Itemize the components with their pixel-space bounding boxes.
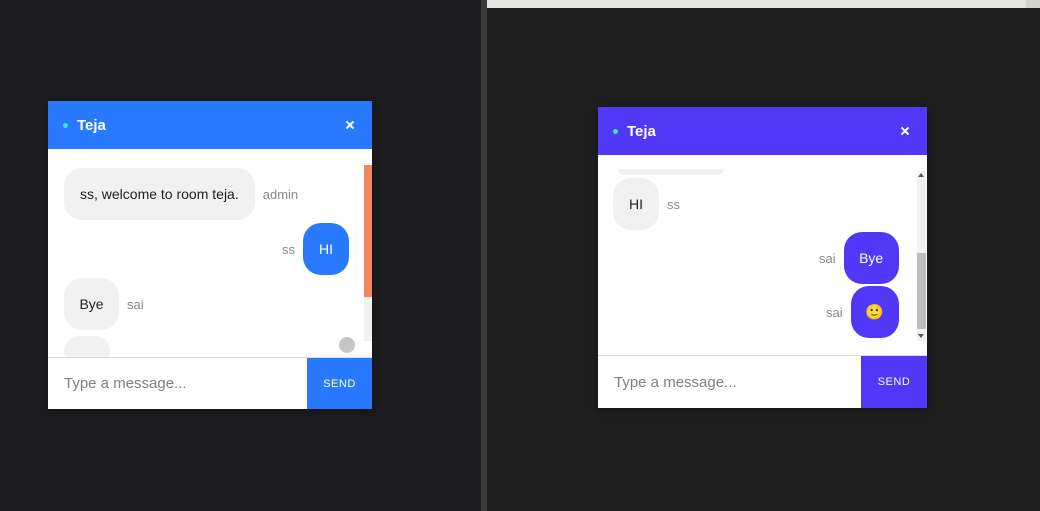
message-row: sai Bye [819,232,899,284]
online-status-icon [613,128,618,134]
message-bubble-partial [618,169,724,175]
chat-widget-left: Teja ss, welcome to room teja. admin ss … [48,101,372,409]
close-icon[interactable] [899,125,911,137]
chat-header: Teja [48,101,372,149]
send-button[interactable]: SEND [307,358,372,409]
scroll-up-icon[interactable] [918,173,924,177]
scrollbar[interactable] [364,165,372,341]
chat-widget-right: Teja HI ss sai Bye sai 🙂 SEND [598,107,927,408]
message-bubble: ss, welcome to room teja. [64,168,255,220]
message-row: ss, welcome to room teja. admin [64,168,298,220]
right-window-topbar [487,0,1040,8]
message-bubble-partial [64,336,110,358]
message-input-bar: SEND [598,355,927,408]
message-bubble: HI [303,223,349,275]
message-bubble: Bye [843,232,899,284]
close-icon[interactable] [344,119,356,131]
message-sender: admin [262,186,299,202]
message-sender: ss [282,241,295,257]
smiley-emoji-message: 🙂 [850,286,899,338]
scrollbar-thumb[interactable] [917,253,926,329]
online-status-icon [63,122,68,128]
message-row: sai 🙂 [826,286,899,338]
scroll-down-icon[interactable] [918,334,924,338]
message-input-bar: SEND [48,357,372,409]
room-name: Teja [627,122,656,140]
room-name: Teja [77,116,106,134]
message-input[interactable] [598,356,861,408]
typing-indicator-icon [339,337,355,353]
scrollbar-thumb[interactable] [364,165,372,297]
message-sender: ss [667,196,680,212]
message-bubble: Bye [64,278,119,330]
send-button[interactable]: SEND [861,356,927,408]
message-sender: sai [826,304,843,320]
scrollbar[interactable] [917,171,926,341]
message-row: HI ss [613,178,680,230]
chat-header: Teja [598,107,927,155]
topbar-handle [1026,0,1040,8]
message-list: ss, welcome to room teja. admin ss HI By… [48,149,372,358]
message-bubble: HI [613,178,659,230]
message-list: HI ss sai Bye sai 🙂 [598,155,927,355]
message-row: Bye sai [64,278,144,330]
message-input[interactable] [48,358,307,409]
message-sender: sai [127,296,144,312]
message-sender: sai [819,250,836,266]
message-row: ss HI [282,223,349,275]
